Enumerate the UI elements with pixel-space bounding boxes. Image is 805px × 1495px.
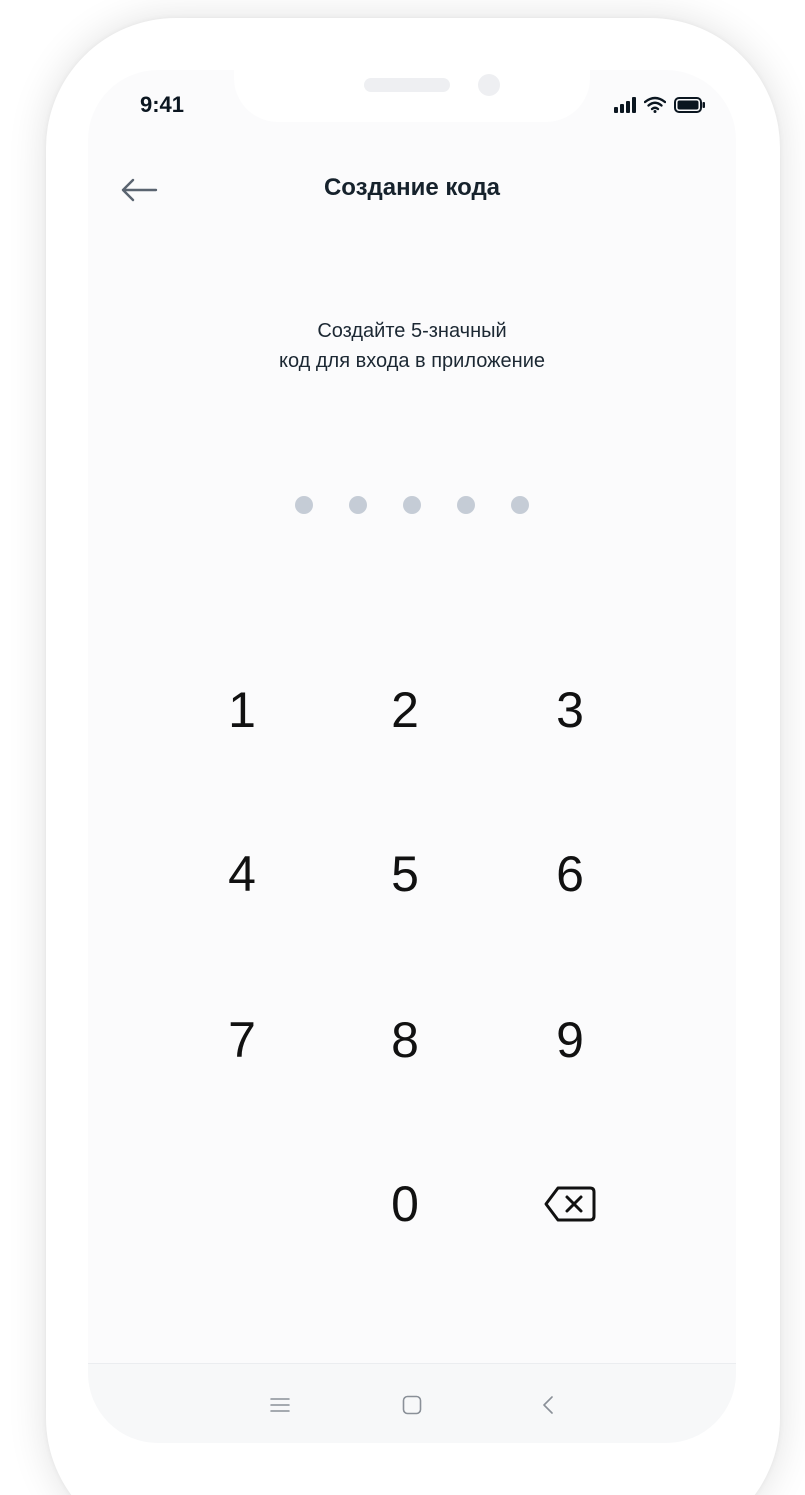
phone-notch — [234, 70, 590, 122]
wifi-icon — [644, 96, 666, 113]
page-title: Создание кода — [323, 174, 501, 201]
nav-back-button[interactable] — [528, 1388, 568, 1422]
signal-icon — [614, 97, 636, 113]
key-6[interactable]: 6 — [510, 824, 630, 924]
key-3[interactable]: 3 — [510, 660, 630, 760]
key-7[interactable]: 7 — [182, 990, 302, 1090]
key-1[interactable]: 1 — [182, 660, 302, 760]
code-dot — [295, 496, 313, 514]
menu-icon — [270, 1398, 290, 1412]
key-5[interactable]: 5 — [345, 824, 465, 924]
nav-menu-button[interactable] — [260, 1388, 300, 1422]
home-square-icon — [402, 1395, 422, 1415]
battery-icon — [674, 97, 705, 113]
header: Создание кода — [88, 170, 736, 210]
stage: 9:41 Создание кода Создайте 5-значный ко… — [0, 0, 805, 1495]
key-9[interactable]: 9 — [510, 990, 630, 1090]
code-dot — [457, 496, 475, 514]
instruction-line-2: код для входа в приложение — [279, 350, 545, 372]
status-time: 9:41 — [140, 92, 185, 117]
code-dots — [88, 496, 736, 514]
code-dot — [403, 496, 421, 514]
key-4[interactable]: 4 — [182, 824, 302, 924]
system-nav-bar — [88, 1363, 736, 1443]
phone-screen: 9:41 Создание кода Создайте 5-значный ко… — [88, 70, 736, 1443]
code-dot — [511, 496, 529, 514]
nav-home-button[interactable] — [392, 1388, 432, 1422]
backspace-icon — [544, 1186, 596, 1222]
back-chevron-icon — [543, 1396, 553, 1414]
code-dot — [349, 496, 367, 514]
status-icons — [614, 96, 706, 113]
instruction-text: Создайте 5-значный код для входа в прило… — [88, 316, 736, 376]
key-0[interactable]: 0 — [345, 1154, 465, 1254]
delete-button[interactable] — [510, 1154, 630, 1254]
key-2[interactable]: 2 — [345, 660, 465, 760]
instruction-line-1: Создайте 5-значный — [317, 320, 507, 342]
speaker-grille — [364, 78, 450, 92]
key-8[interactable]: 8 — [345, 990, 465, 1090]
front-camera — [478, 74, 500, 96]
